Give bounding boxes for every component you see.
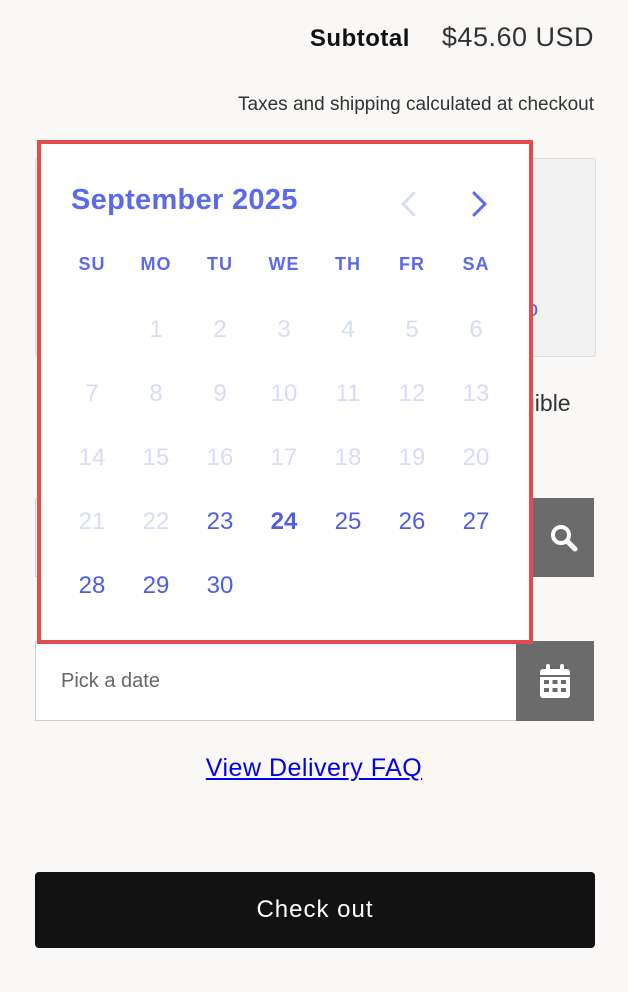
calendar-day: 10 [270,380,298,407]
calendar-day: 21 [78,508,106,535]
calendar-day: 14 [78,444,106,471]
subtotal-row: Subtotal $45.60 USD [310,22,594,53]
calendar-day: 6 [469,316,483,343]
weekday-label: SU [78,254,106,274]
calendar-icon [540,664,570,698]
weekday-label: MO [140,254,172,274]
calendar-day: 19 [398,444,426,471]
calendar-day[interactable]: 26 [380,490,444,554]
search-button[interactable] [533,498,594,577]
date-picker-row [35,641,594,721]
calendar-day: 9 [213,380,227,407]
calendar-day: 11 [335,380,361,407]
calendar-month-title: September 2025 [71,184,298,216]
calendar-popup: September 2025 SU MO TU WE TH FR SA 1234… [37,140,533,644]
subtotal-value: $45.60 USD [441,22,594,52]
calendar-day: 1 [149,316,163,343]
calendar-day: 17 [270,444,298,471]
calendar-day: 4 [341,316,355,343]
date-input[interactable] [36,642,516,720]
calendar-day: 15 [142,444,170,471]
next-month-chevron-icon[interactable] [467,188,491,220]
calendar-day[interactable]: 29 [124,554,188,618]
tax-note: Taxes and shipping calculated at checkou… [238,94,594,115]
calendar-day: 7 [85,380,99,407]
weekday-label: TU [207,254,233,274]
weekday-header: SU MO TU WE TH FR SA [60,254,508,275]
weekday-label: WE [268,254,300,274]
subtotal-label: Subtotal [309,25,410,52]
weekday-label: SA [462,254,490,274]
prev-month-chevron-icon[interactable] [397,188,421,220]
calendar-day-grid: 1 2 3 4 5 6 7 8 9 10 11 12 13 14 15 16 17 18 19 20 21 22 23 24 2… [60,298,508,618]
calendar-day: 2 [213,316,227,343]
weekday-label: TH [335,254,361,274]
calendar-day: 8 [149,380,163,407]
calendar-day[interactable]: 25 [316,490,380,554]
calendar-button[interactable] [516,641,594,721]
view-delivery-faq-link[interactable]: View Delivery FAQ [0,754,628,783]
calendar-day[interactable]: 24 [252,490,316,554]
calendar-day: 3 [277,316,291,343]
calendar-day: 16 [206,444,234,471]
calendar-day: 18 [334,444,362,471]
calendar-day[interactable]: 27 [444,490,508,554]
calendar-day[interactable]: 30 [188,554,252,618]
search-icon [550,524,577,551]
checkout-button[interactable]: Check out [35,872,595,948]
calendar-day: 5 [405,316,419,343]
calendar-day: 20 [462,444,490,471]
calendar-day[interactable]: 23 [188,490,252,554]
calendar-blank-cell [60,298,124,362]
calendar-day[interactable]: 28 [60,554,124,618]
calendar-day: 12 [398,380,426,407]
weekday-label: FR [399,254,425,274]
calendar-day: 22 [142,508,170,535]
calendar-day: 13 [462,380,490,407]
